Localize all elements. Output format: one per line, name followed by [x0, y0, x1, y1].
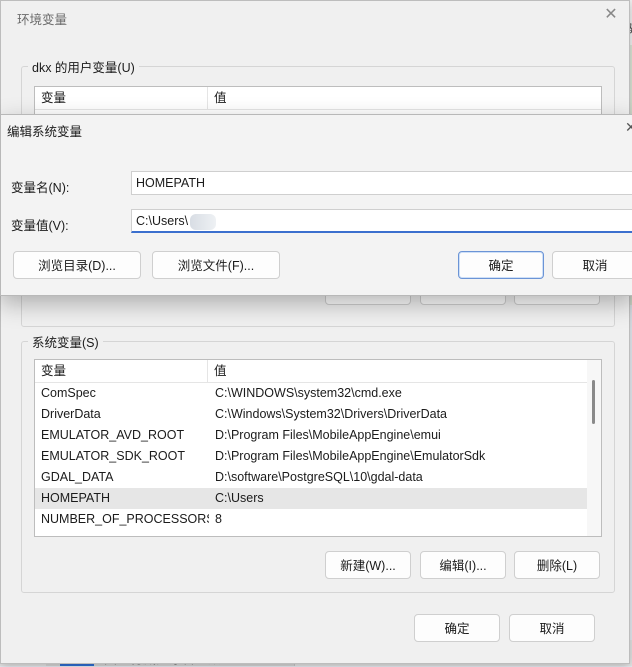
column-header-value[interactable]: 值 — [208, 87, 227, 109]
system-variables-label: 系统变量(S) — [32, 336, 99, 350]
table-row[interactable]: EMULATOR_SDK_ROOT D:\Program Files\Mobile… — [35, 446, 601, 467]
scrollbar-thumb[interactable] — [592, 380, 595, 424]
column-header-name[interactable]: 变量 — [35, 87, 208, 109]
variable-value: 8 — [215, 512, 222, 526]
table-row[interactable]: EMULATOR_AVD_ROOT D:\Program Files\Mobile… — [35, 425, 601, 446]
variable-name-label: 变量名(N): — [11, 181, 70, 195]
user-variables-label: dkx 的用户变量(U) — [32, 61, 135, 75]
variable-name: DriverData — [41, 407, 101, 421]
delete-button[interactable]: 删除(L) — [514, 551, 600, 579]
variable-value: D:\Program Files\MobileAppEngine\Emulato… — [215, 449, 486, 463]
table-row[interactable]: NUMBER_OF_PROCESSORS 8 — [35, 509, 601, 530]
cancel-button[interactable]: 取消 — [509, 614, 595, 642]
variable-value-field[interactable]: C:\Users\ — [131, 209, 632, 233]
ok-button[interactable]: 确定 — [414, 614, 500, 642]
table-row[interactable]: DriverData C:\Windows\System32\Drivers\Dr… — [35, 404, 601, 425]
table-row[interactable]: GDAL_DATA D:\software\PostgreSQL\10\gdal-… — [35, 467, 601, 488]
table-row-selected[interactable]: HOMEPATH C:\Users — [35, 488, 601, 509]
variable-value: C:\Windows\System32\Drivers\DriverData — [215, 407, 447, 421]
redacted-text — [190, 213, 217, 230]
variable-value: C:\WINDOWS\system32\cmd.exe — [215, 386, 402, 400]
variable-name: HOMEPATH — [41, 491, 110, 505]
variable-name: EMULATOR_SDK_ROOT — [41, 449, 186, 463]
variable-name: ComSpec — [41, 386, 96, 400]
variable-value: D:\Program Files\MobileAppEngine\emui — [215, 428, 441, 442]
browse-file-button[interactable]: 浏览文件(F)... — [152, 251, 280, 279]
new-button[interactable]: 新建(W)... — [325, 551, 411, 579]
variable-name: EMULATOR_AVD_ROOT — [41, 428, 185, 442]
environment-variables-window: 环境变量 ✕ dkx 的用户变量(U) 变量 值 系统变量(S) 变量 值 Co… — [0, 0, 630, 664]
variable-value: D:\software\PostgreSQL\10\gdal-data — [215, 470, 423, 484]
variable-name: NUMBER_OF_PROCESSORS — [41, 512, 209, 526]
variable-value-text: C:\Users\ — [136, 214, 189, 228]
close-icon[interactable]: ✕ — [601, 5, 621, 25]
column-header-value[interactable]: 值 — [208, 360, 227, 382]
dialog-title: 编辑系统变量 — [7, 125, 83, 139]
close-icon[interactable]: ✕ — [625, 119, 632, 136]
browse-directory-button[interactable]: 浏览目录(D)... — [13, 251, 141, 279]
variable-name: GDAL_DATA — [41, 470, 114, 484]
edit-button[interactable]: 编辑(I)... — [420, 551, 506, 579]
table-row[interactable]: ComSpec C:\WINDOWS\system32\cmd.exe — [35, 383, 601, 404]
ok-button[interactable]: 确定 — [458, 251, 544, 279]
variable-value: C:\Users — [215, 491, 264, 505]
system-variables-list[interactable]: 变量 值 ComSpec C:\WINDOWS\system32\cmd.exe … — [34, 359, 602, 537]
list-header: 变量 值 — [35, 360, 601, 383]
edit-system-variable-dialog: 编辑系统变量 ✕ 变量名(N): HOMEPATH 变量值(V): C:\Use… — [0, 114, 632, 296]
window-title: 环境变量 — [17, 13, 68, 27]
list-header: 变量 值 — [35, 87, 601, 110]
variable-value-label: 变量值(V): — [11, 219, 69, 233]
vertical-scrollbar[interactable] — [587, 360, 601, 536]
cancel-button[interactable]: 取消 — [552, 251, 632, 279]
column-header-name[interactable]: 变量 — [35, 360, 208, 382]
variable-name-field[interactable]: HOMEPATH — [131, 171, 632, 195]
